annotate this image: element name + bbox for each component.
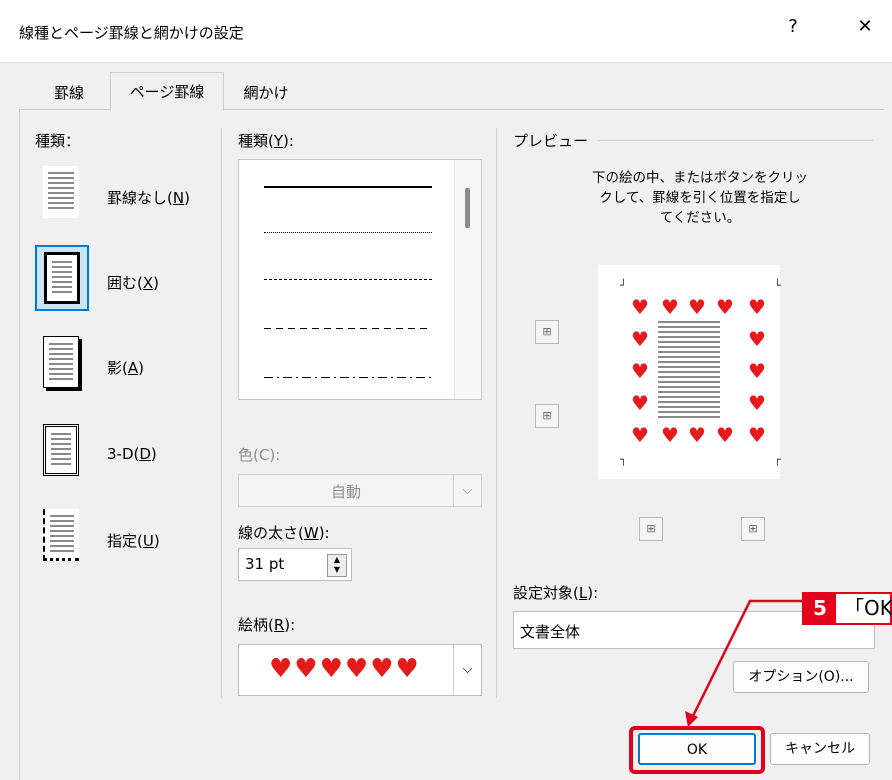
step-number: 5 xyxy=(804,594,836,623)
step-text: 「OK」 xyxy=(844,596,892,620)
step-callout: 5 「OK」 xyxy=(802,592,892,625)
tab-page-border[interactable]: ページ罫線 xyxy=(110,72,224,111)
border-shading-dialog: 線種とページ罫線と網かけの設定 ? ✕ 罫線 ページ罫線 網かけ 種類： 罫線な… xyxy=(0,0,892,780)
callout-arrow xyxy=(685,599,802,727)
